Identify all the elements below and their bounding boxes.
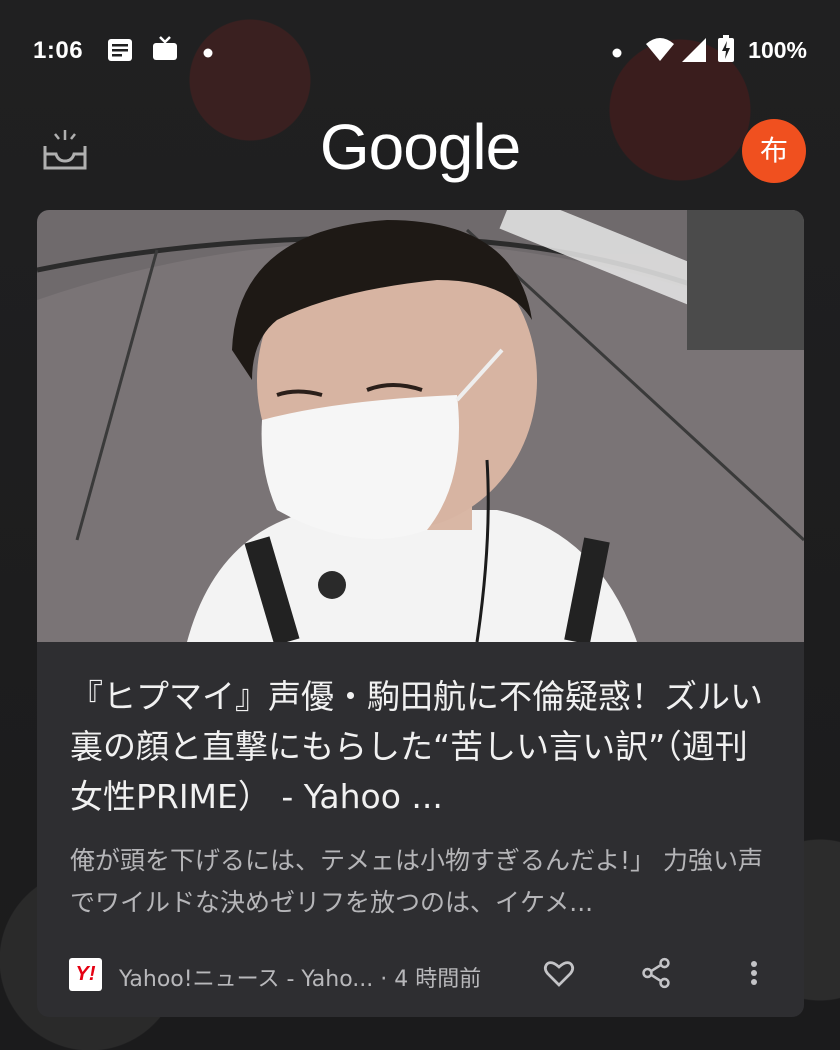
notes-icon [107,38,133,67]
status-time: 1:06 [33,37,84,64]
share-icon[interactable] [639,955,673,995]
dot-icon [203,45,213,63]
dot-icon [612,45,622,63]
news-card-body: 『ヒプマイ』声優・駒田航に不倫疑惑！ズルい裏の顔と直撃にもらした“苦しい言い訳”… [37,642,804,1017]
news-source-time: Yahoo!ニュース - Yaho... · 4 時間前 [119,967,482,992]
news-card[interactable]: 『ヒプマイ』声優・駒田航に不倫疑惑！ズルい裏の顔と直撃にもらした“苦しい言い訳”… [37,210,804,1017]
battery-charging-icon [717,35,735,68]
news-headline[interactable]: 『ヒプマイ』声優・駒田航に不倫疑惑！ズルい裏の顔と直撃にもらした“苦しい言い訳”… [70,672,780,822]
heart-icon[interactable] [541,955,577,995]
google-header: Google 布 [0,100,840,200]
tv-icon [151,36,179,67]
signal-icon [681,37,707,68]
yahoo-logo-icon: Y! [69,958,102,991]
google-logo[interactable]: Google [0,110,840,184]
account-avatar[interactable]: 布 [742,119,806,183]
news-card-footer: Y! Yahoo!ニュース - Yaho... · 4 時間前 [37,947,804,1007]
battery-percent: 100% [748,37,807,63]
news-photo[interactable] [37,210,804,646]
more-vert-icon[interactable] [742,955,766,995]
news-snippet: 俺が頭を下げるには、テメェは小物すぎるんだよ!」 力強い声でワイルドな決めゼリフ… [70,846,763,917]
status-bar: 1:06 100% [0,0,840,100]
wifi-icon [645,36,675,67]
